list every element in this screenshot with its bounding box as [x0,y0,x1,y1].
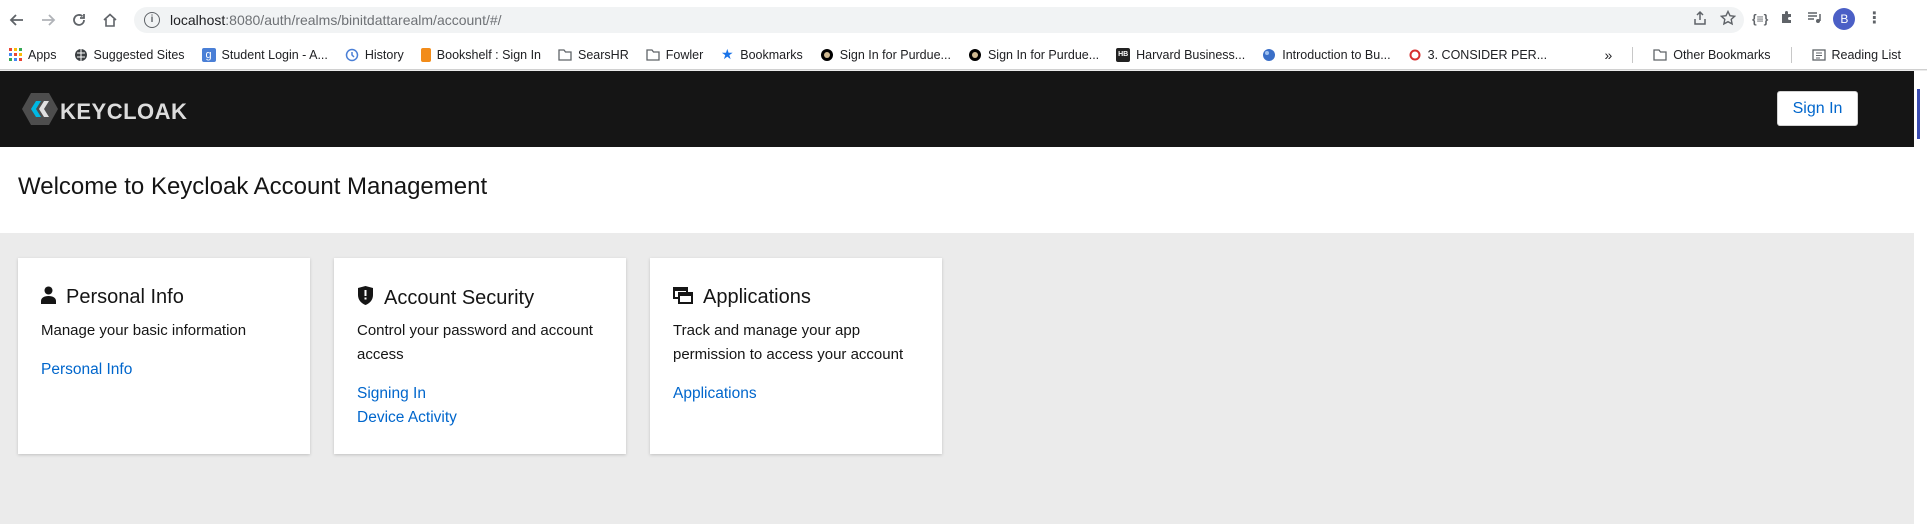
folder-icon [558,48,572,62]
bookmark-label: Sign In for Purdue... [839,47,951,62]
bookmark-label: Apps [28,47,57,62]
puzzle-icon[interactable] [1779,9,1795,30]
bookmarks-separator [1790,47,1792,63]
card-title: Personal Info [66,286,184,308]
reload-icon[interactable] [64,5,94,35]
purdue-icon [968,48,982,62]
card-description: Track and manage your app permission to … [673,322,904,363]
url-host: localhost [170,12,226,28]
folder-icon [1653,48,1667,62]
card-title: Account Security [384,286,535,309]
kebab-menu-icon[interactable]: ⋮ [1866,11,1882,27]
purdue-icon [820,48,834,62]
url-path: :8080/auth/realms/binitdattarealm/accoun… [225,12,502,28]
bookmark-label: History [364,47,404,62]
forward-icon[interactable] [33,5,63,35]
back-icon[interactable] [2,5,32,35]
bookmark-label: Sign In for Purdue... [987,47,1100,62]
page-title: Welcome to Keycloak Account Management [18,173,488,200]
media-queue-icon[interactable] [1806,9,1822,30]
shield-icon [357,286,374,310]
bookmark-label: Introduction to Bu... [1282,47,1391,62]
app-header: KEYCLOAK Sign In [0,71,1914,147]
profile-avatar[interactable]: B [1833,8,1856,30]
page-scrollbar[interactable] [1914,71,1927,524]
card-personal-info: Personal Info Manage your basic informat… [18,258,310,454]
bookmark-label: Suggested Sites [93,47,185,62]
bookmark-label: Fowler [665,47,704,62]
bookshelf-icon [420,47,431,62]
consider-icon [1408,48,1422,62]
reading-list-icon [1811,48,1826,62]
bookmark-bookmarks[interactable]: ★ Bookmarks [720,46,803,62]
apps-grid-icon [8,48,22,62]
bookmark-history[interactable]: History [345,48,404,62]
globe-icon [74,48,88,62]
site-info-icon[interactable]: i [144,12,160,28]
url-text[interactable]: localhost:8080/auth/realms/binitdattarea… [170,12,502,28]
history-icon [345,48,359,62]
sign-in-button[interactable]: Sign In [1777,91,1858,126]
bookmark-label: SearsHR [578,47,629,62]
bookmark-intro-bu[interactable]: Introduction to Bu... [1262,47,1391,62]
bookmarks-bar: Apps Suggested Sites g Student Login - A… [0,40,1927,70]
extension-brackets-icon[interactable]: {≡} [1752,12,1768,26]
signing-in-link[interactable]: Signing In [357,382,457,406]
bookmark-purdue-1[interactable]: Sign In for Purdue... [820,48,951,62]
bookmark-star-icon[interactable] [1719,9,1737,31]
bookmark-label: 3. CONSIDER PER... [1427,47,1548,62]
share-icon[interactable] [1692,10,1708,31]
bookmark-harvard[interactable]: HB Harvard Business... [1116,47,1246,62]
other-bookmarks[interactable]: Other Bookmarks [1653,48,1771,62]
browser-toolbar: i localhost:8080/auth/realms/binitdattar… [0,0,1927,40]
welcome-banner: Welcome to Keycloak Account Management [0,147,1914,233]
bookmark-searshr[interactable]: SearsHR [558,48,629,62]
folder-icon [646,48,660,62]
star-icon: ★ [720,46,734,62]
bookmark-label: Bookmarks [740,47,803,62]
harvard-icon: HB [1116,47,1131,62]
globe-icon [1262,48,1276,62]
card-applications: Applications Track and manage your app p… [650,258,942,454]
bookmark-consider[interactable]: 3. CONSIDER PER... [1408,48,1547,62]
bookmarks-separator [1632,47,1634,63]
logo-wordmark: KEYCLOAK [60,98,188,124]
bookmark-label: Student Login - A... [221,47,328,62]
user-icon [41,286,56,309]
reading-list[interactable]: Reading List [1811,48,1902,62]
bookmark-purdue-2[interactable]: Sign In for Purdue... [968,48,1099,62]
bookmark-fowler[interactable]: Fowler [646,47,704,62]
windows-icon [673,286,693,309]
personal-info-link[interactable]: Personal Info [41,358,132,382]
bookmark-student-login[interactable]: g Student Login - A... [201,47,328,62]
bookmark-bookshelf[interactable]: Bookshelf : Sign In [420,47,542,62]
address-bar[interactable]: i localhost:8080/auth/realms/binitdattar… [134,7,1744,33]
keycloak-logo[interactable]: KEYCLOAK [22,93,187,130]
bookmark-apps[interactable]: Apps [8,48,57,62]
bookmark-label: Harvard Business... [1136,47,1246,62]
device-activity-link[interactable]: Device Activity [357,406,457,430]
card-description: Manage your basic information [41,322,247,339]
reading-list-label: Reading List [1831,48,1902,62]
student-login-icon: g [201,47,216,62]
card-title: Applications [703,286,811,308]
bookmarks-overflow-icon[interactable]: » [1604,47,1612,63]
bookmark-suggested-sites[interactable]: Suggested Sites [74,48,185,62]
card-account-security: Account Security Control your password a… [334,258,626,454]
bookmark-label: Bookshelf : Sign In [436,47,542,62]
other-bookmarks-label: Other Bookmarks [1673,48,1771,62]
applications-link[interactable]: Applications [673,382,757,406]
scrollbar-thumb[interactable] [1917,89,1920,139]
browser-window: i localhost:8080/auth/realms/binitdattar… [0,0,1927,524]
home-icon[interactable] [95,5,125,35]
card-description: Control your password and account access [357,322,593,363]
keycloak-logo-icon [22,93,58,130]
